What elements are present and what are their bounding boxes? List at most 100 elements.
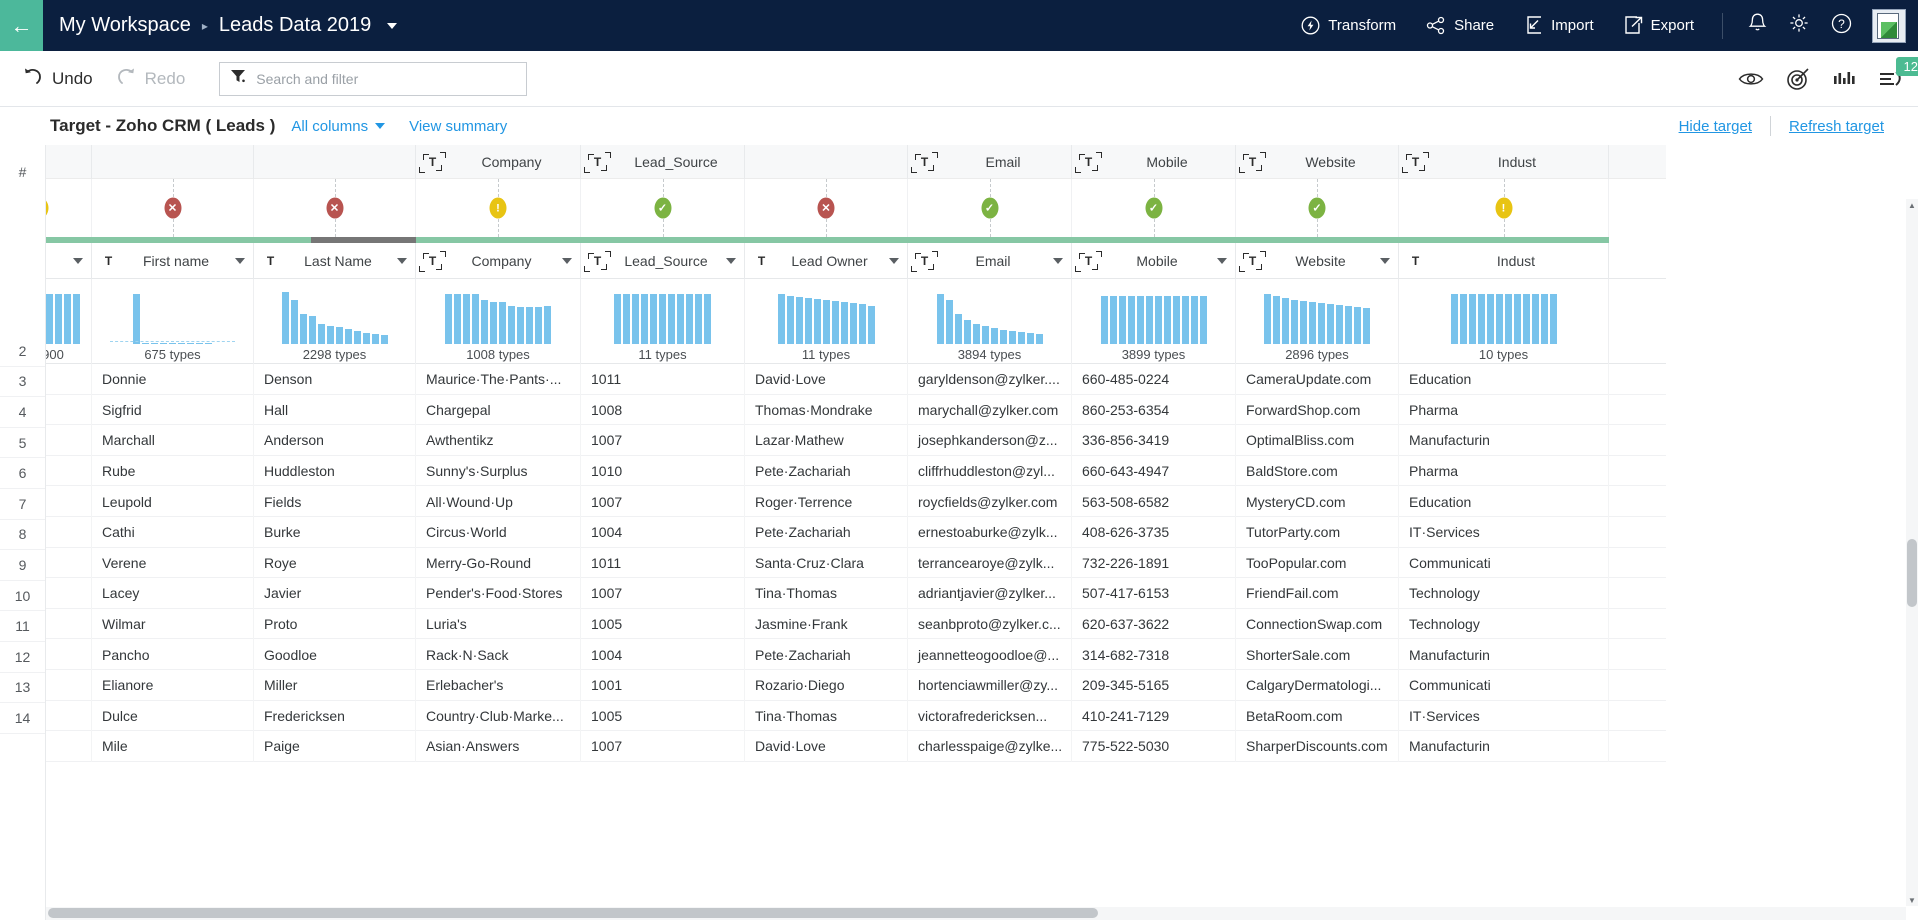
scroll-down-icon[interactable]: ▼	[1906, 894, 1918, 906]
column-histogram[interactable]: 11 types	[581, 279, 745, 364]
source-column-header[interactable]: TLast Name	[254, 243, 416, 279]
table-cell[interactable]: Circus·World	[416, 517, 581, 548]
mapping-status-ok-icon[interactable]: ✓	[1145, 198, 1162, 219]
table-cell[interactable]: CalgaryDermatologi...	[1236, 670, 1399, 701]
table-cell[interactable]: 660-643-4947	[1072, 456, 1236, 487]
table-cell[interactable]: MysteryCD.com	[1236, 486, 1399, 517]
mapping-status-ok-icon[interactable]: ✓	[1309, 198, 1326, 219]
table-cell[interactable]: victorafredericksen...	[908, 701, 1072, 732]
target-column-header[interactable]	[92, 145, 254, 179]
source-column-header[interactable]: TLead_Source	[581, 243, 745, 279]
table-cell[interactable]: 1001	[581, 670, 745, 701]
target-icon[interactable]	[1786, 67, 1810, 91]
table-cell[interactable]: Country·Club·Marke...	[416, 701, 581, 732]
chart-icon[interactable]	[1832, 70, 1856, 88]
table-cell[interactable]: 1004	[581, 639, 745, 670]
table-cell[interactable]: Verene	[92, 548, 254, 579]
table-cell[interactable]: IT·Services	[1399, 517, 1609, 548]
table-cell[interactable]: FriendFail.com	[1236, 578, 1399, 609]
table-cell[interactable]: 507-417-6153	[1072, 578, 1236, 609]
redo-button[interactable]: Redo	[115, 66, 186, 91]
table-row[interactable]: LaceyJavierPender's·Food·Stores1007Tina·…	[46, 578, 1666, 609]
table-cell[interactable]: seanbproto@zylker.c...	[908, 609, 1072, 640]
table-cell[interactable]: TooPopular.com	[1236, 548, 1399, 579]
table-cell[interactable]: Communicati	[1399, 670, 1609, 701]
column-histogram[interactable]: 1 - 4900	[46, 279, 92, 364]
horizontal-scroll-thumb[interactable]	[48, 908, 1098, 918]
column-menu-caret-icon[interactable]	[1217, 258, 1227, 264]
table-cell[interactable]	[46, 639, 92, 670]
transform-button[interactable]: Transform	[1286, 0, 1411, 51]
table-cell[interactable]: 1011	[581, 364, 745, 395]
table-cell[interactable]: Burke	[254, 517, 416, 548]
column-menu-caret-icon[interactable]	[73, 258, 83, 264]
table-cell[interactable]: Maurice·The·Pants·...	[416, 364, 581, 395]
target-column-header[interactable]: TCompany	[416, 145, 581, 179]
table-cell[interactable]: Rack·N·Sack	[416, 639, 581, 670]
table-cell[interactable]: Technology	[1399, 609, 1609, 640]
table-cell[interactable]: David·Love	[745, 731, 908, 762]
back-button[interactable]: ←	[0, 0, 43, 51]
table-cell[interactable]: Lacey	[92, 578, 254, 609]
column-histogram[interactable]: 3894 types	[908, 279, 1072, 364]
grid-scroll-area[interactable]: idTCompanyTLead_SourceTEmailTMobileTWebs…	[46, 145, 1918, 920]
help-button[interactable]: ?	[1820, 0, 1862, 51]
target-column-header[interactable]	[254, 145, 416, 179]
column-histogram[interactable]: 10 types	[1399, 279, 1609, 364]
mapping-status-err-icon[interactable]: ✕	[164, 198, 181, 219]
source-column-header[interactable]: TMobile	[1072, 243, 1236, 279]
source-column-header[interactable]: TEmail	[908, 243, 1072, 279]
table-cell[interactable]: ConnectionSwap.com	[1236, 609, 1399, 640]
table-cell[interactable]: Pancho	[92, 639, 254, 670]
horizontal-scrollbar[interactable]	[46, 907, 1906, 920]
table-cell[interactable]: Tina·Thomas	[745, 701, 908, 732]
table-cell[interactable]: ernestoaburke@zylk...	[908, 517, 1072, 548]
mapping-status-ok-icon[interactable]: ✓	[981, 198, 998, 219]
target-column-header[interactable]: TMobile	[1072, 145, 1236, 179]
table-row[interactable]: RubeHuddlestonSunny's·Surplus1010Pete·Za…	[46, 456, 1666, 487]
table-cell[interactable]: Santa·Cruz·Clara	[745, 548, 908, 579]
table-cell[interactable]: ShorterSale.com	[1236, 639, 1399, 670]
table-cell[interactable]: IT·Services	[1399, 701, 1609, 732]
table-cell[interactable]: 1004	[581, 517, 745, 548]
table-cell[interactable]: 408-626-3735	[1072, 517, 1236, 548]
table-cell[interactable]: Chargepal	[416, 395, 581, 426]
table-cell[interactable]: Pender's·Food·Stores	[416, 578, 581, 609]
table-cell[interactable]: garyldenson@zylker....	[908, 364, 1072, 395]
table-cell[interactable]: 732-226-1891	[1072, 548, 1236, 579]
table-cell[interactable]: Manufacturin	[1399, 425, 1609, 456]
table-row[interactable]: LeupoldFieldsAll·Wound·Up1007Roger·Terre…	[46, 486, 1666, 517]
table-cell[interactable]: 620-637-3622	[1072, 609, 1236, 640]
search-input[interactable]	[256, 71, 516, 87]
table-cell[interactable]: Roye	[254, 548, 416, 579]
share-button[interactable]: Share	[1411, 0, 1509, 51]
table-row[interactable]: DulceFredericksenCountry·Club·Marke...10…	[46, 701, 1666, 732]
table-cell[interactable]: 1008	[581, 395, 745, 426]
table-cell[interactable]	[46, 395, 92, 426]
table-cell[interactable]: Lazar·Mathew	[745, 425, 908, 456]
column-menu-caret-icon[interactable]	[1380, 258, 1390, 264]
mapping-status-err-icon[interactable]: ✕	[326, 198, 343, 219]
table-cell[interactable]	[46, 364, 92, 395]
table-cell[interactable]: Tina·Thomas	[745, 578, 908, 609]
source-column-header[interactable]: TFirst name	[92, 243, 254, 279]
source-column-header[interactable]: id	[46, 243, 92, 279]
column-menu-caret-icon[interactable]	[235, 258, 245, 264]
table-cell[interactable]: Pharma	[1399, 456, 1609, 487]
source-column-header[interactable]: TIndust	[1399, 243, 1609, 279]
table-cell[interactable]: Donnie	[92, 364, 254, 395]
table-cell[interactable]: Goodloe	[254, 639, 416, 670]
table-cell[interactable]: Denson	[254, 364, 416, 395]
table-cell[interactable]: Awthentikz	[416, 425, 581, 456]
table-cell[interactable]: Thomas·Mondrake	[745, 395, 908, 426]
table-cell[interactable]	[46, 425, 92, 456]
table-cell[interactable]: 410-241-7129	[1072, 701, 1236, 732]
table-cell[interactable]: Marchall	[92, 425, 254, 456]
column-histogram[interactable]: 675 types	[92, 279, 254, 364]
target-column-header[interactable]: id	[46, 145, 92, 179]
table-cell[interactable]: 1010	[581, 456, 745, 487]
steps-button[interactable]: 12	[1878, 69, 1904, 89]
table-cell[interactable]: 336-856-3419	[1072, 425, 1236, 456]
table-cell[interactable]	[46, 670, 92, 701]
table-cell[interactable]: Cathi	[92, 517, 254, 548]
